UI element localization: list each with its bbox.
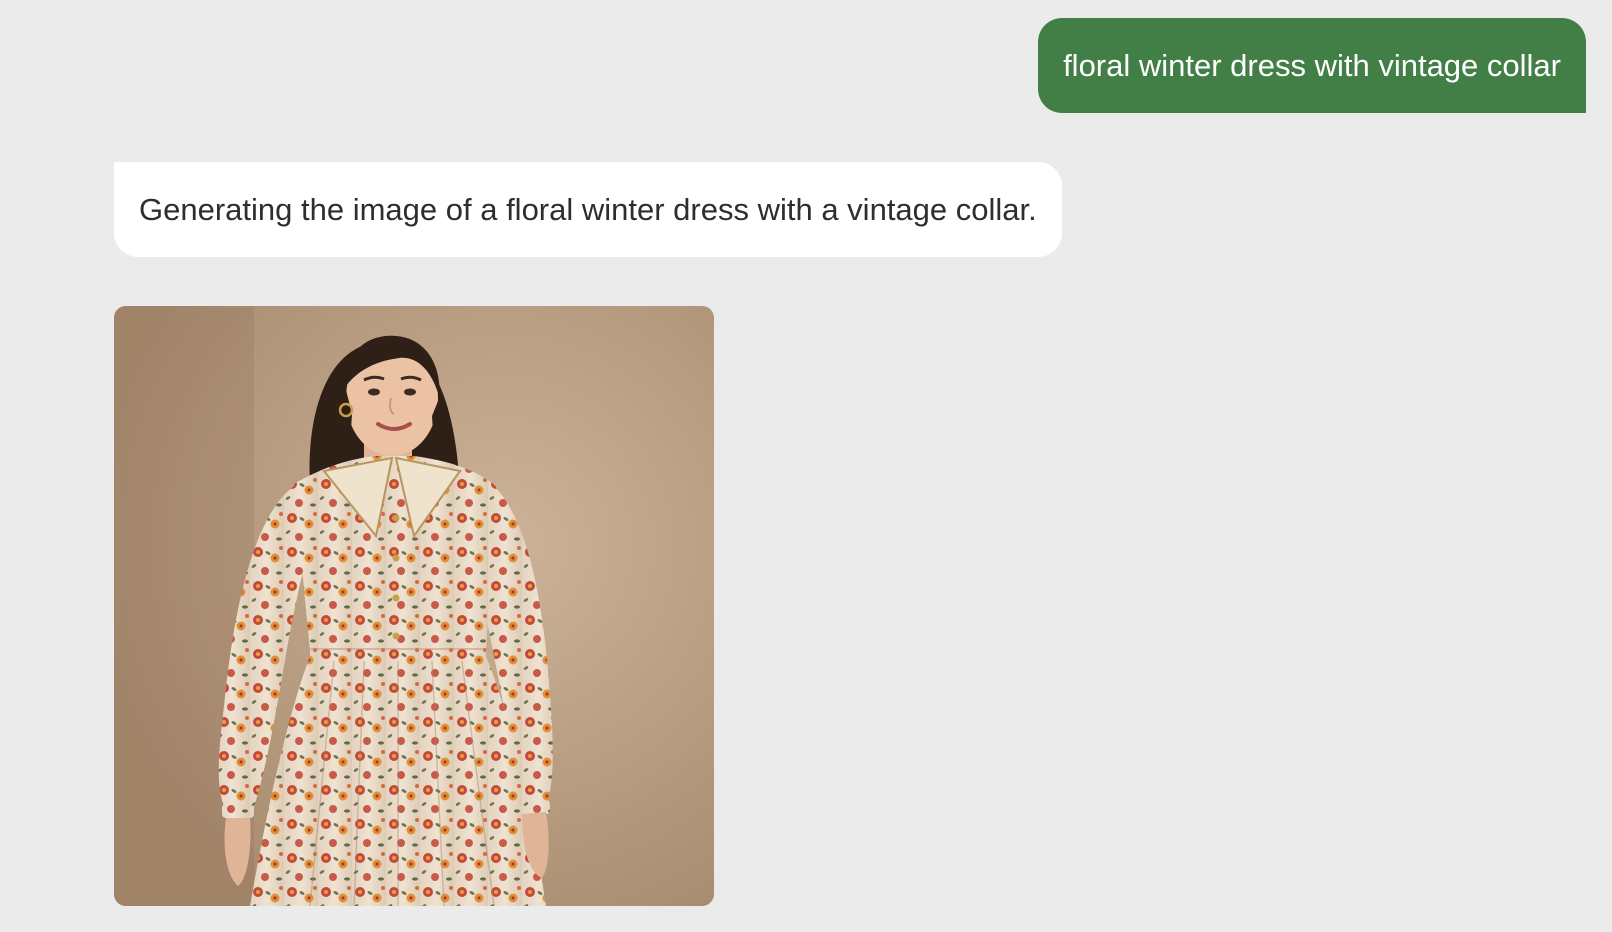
generated-image-illustration	[114, 306, 714, 906]
assistant-message-text: Generating the image of a floral winter …	[139, 192, 1037, 227]
user-message-text: floral winter dress with vintage collar	[1063, 48, 1561, 83]
dress-bodice	[294, 456, 496, 651]
generated-image[interactable]	[114, 306, 714, 906]
chat-thread: floral winter dress with vintage collar …	[0, 0, 1612, 932]
user-message-bubble: floral winter dress with vintage collar	[1038, 18, 1586, 113]
assistant-message-bubble: Generating the image of a floral winter …	[114, 162, 1062, 257]
